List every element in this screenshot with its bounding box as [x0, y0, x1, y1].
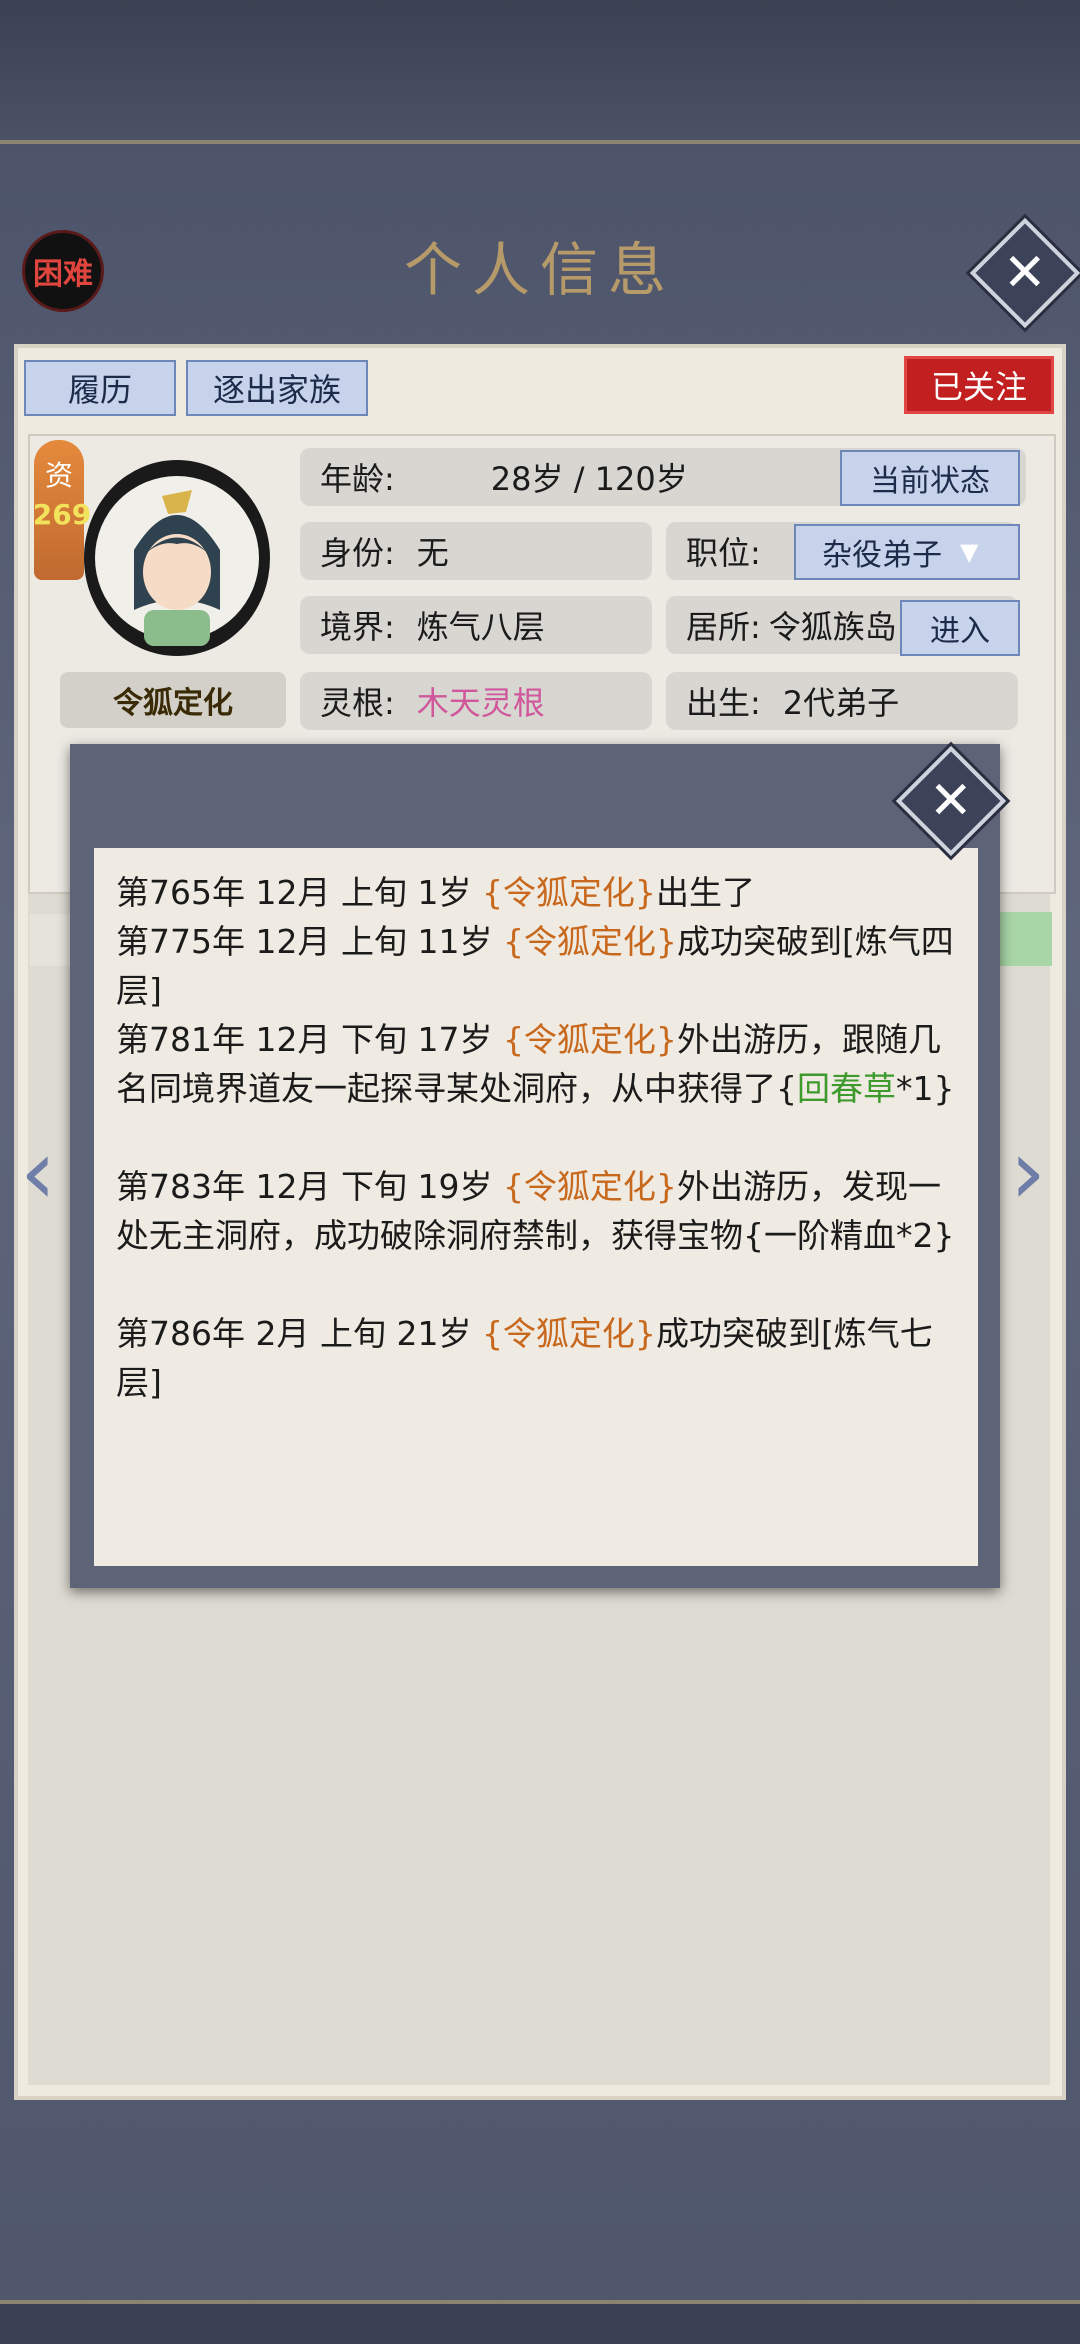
birth-value: 2代弟子	[782, 684, 900, 722]
log-name: {令狐定化}	[502, 1020, 677, 1059]
log-name: {令狐定化}	[502, 922, 677, 961]
follow-button[interactable]: 已关注	[904, 356, 1054, 414]
log-name: {令狐定化}	[502, 1167, 677, 1206]
log-entry: 第775年 12月 上旬 11岁 {令狐定化}成功突破到[炼气四层]	[116, 917, 956, 1015]
aptitude-value: 269	[32, 498, 92, 531]
identity-label: 身份:	[320, 534, 395, 572]
character-portrait	[85, 466, 269, 650]
log-date: 第765年 12月 上旬 1岁	[116, 873, 482, 912]
chevron-down-icon: ▼	[960, 538, 979, 566]
character-name: 令狐定化	[60, 672, 286, 728]
identity-row: 身份: 无	[300, 522, 652, 580]
top-banner	[0, 0, 1080, 144]
bottom-banner	[0, 2300, 1080, 2344]
aptitude-label: 资	[44, 459, 73, 492]
log-date: 第775年 12月 上旬 11岁	[116, 922, 503, 961]
log-name: {令狐定化}	[481, 873, 656, 912]
spirit-root-row: 灵根: 木天灵根	[300, 672, 652, 730]
residence-label: 居所:	[686, 608, 761, 646]
position-dropdown[interactable]: 杂役弟子 ▼	[794, 524, 1020, 580]
age-label: 年龄:	[320, 460, 395, 498]
page-title: 个人信息	[403, 236, 676, 304]
identity-value: 无	[416, 534, 449, 572]
log-entry: 第765年 12月 上旬 1岁 {令狐定化}出生了	[116, 868, 956, 917]
log-name: {令狐定化}	[481, 1314, 656, 1353]
log-text: *1}	[896, 1069, 955, 1108]
position-value: 杂役弟子	[822, 538, 942, 573]
log-date: 第781年 12月 下旬 17岁	[116, 1020, 503, 1059]
root-label: 灵根:	[320, 684, 395, 722]
residence-value: 令狐族岛	[768, 608, 897, 646]
realm-row: 境界: 炼气八层	[300, 596, 652, 654]
log-date: 第786年 2月 上旬 21岁	[116, 1314, 482, 1353]
root-value: 木天灵根	[416, 684, 545, 722]
avatar[interactable]	[84, 460, 270, 656]
current-status-button[interactable]: 当前状态	[840, 450, 1020, 506]
log-entry: 第786年 2月 上旬 21岁 {令狐定化}成功突破到[炼气七层]	[116, 1309, 956, 1407]
age-value: 28岁 / 120岁	[490, 460, 688, 498]
realm-value: 炼气八层	[416, 608, 545, 646]
log-date: 第783年 12月 下旬 19岁	[116, 1167, 503, 1206]
log-entry: 第783年 12月 下旬 19岁 {令狐定化}外出游历，发现一处无主洞府，成功破…	[116, 1162, 956, 1260]
close-icon: ✕	[929, 770, 973, 831]
log-text: 出生了	[655, 873, 755, 912]
expel-button[interactable]: 逐出家族	[186, 360, 368, 416]
chevron-left-icon[interactable]: ‹	[20, 1128, 56, 1218]
log-item: 回春草	[797, 1069, 896, 1108]
enter-button[interactable]: 进入	[900, 600, 1020, 656]
close-button[interactable]: ✕	[969, 217, 1080, 329]
close-icon: ✕	[1003, 242, 1047, 303]
history-button[interactable]: 履历	[24, 360, 176, 416]
difficulty-badge: 困难	[22, 230, 104, 312]
log-entry: 第781年 12月 下旬 17岁 {令狐定化}外出游历，跟随几名同境界道友一起探…	[116, 1015, 956, 1113]
realm-label: 境界:	[320, 608, 395, 646]
birth-row: 出生: 2代弟子	[666, 672, 1018, 730]
birth-label: 出生:	[686, 684, 761, 722]
chevron-right-icon[interactable]: ›	[1010, 1128, 1046, 1218]
position-label: 职位:	[686, 534, 761, 572]
